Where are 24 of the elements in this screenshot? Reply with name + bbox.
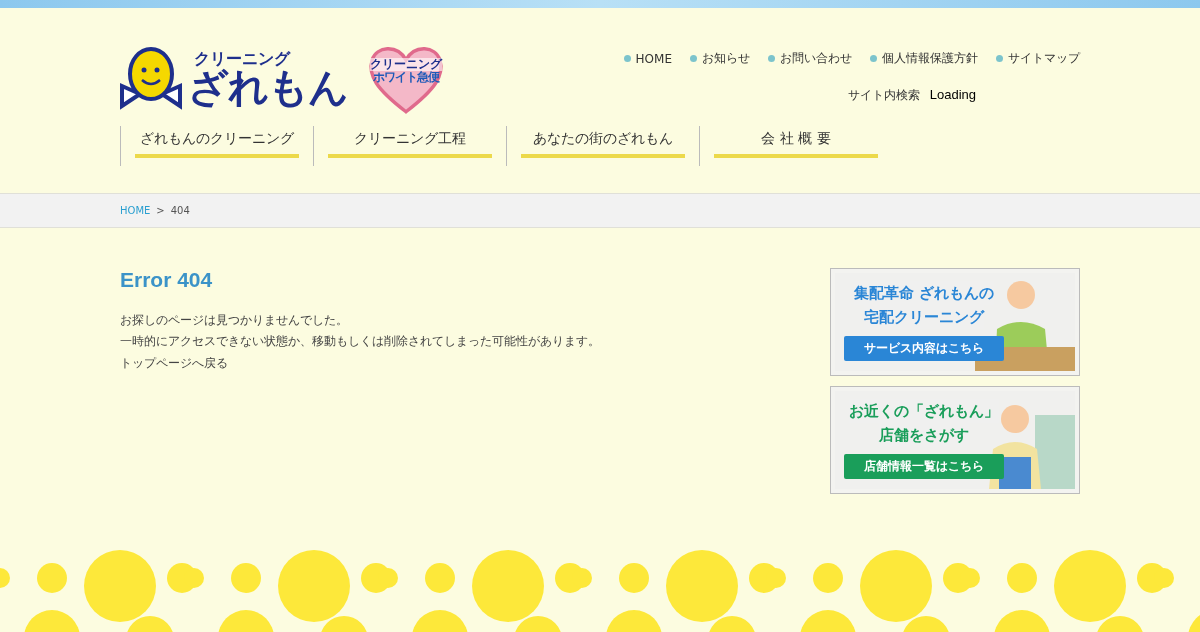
header-link[interactable]: お知らせ <box>690 50 750 67</box>
main-nav-item[interactable]: 会 社 概 要 <box>699 126 892 166</box>
error-message: 一時的にアクセスできない状態か、移動もしくは削除されてしまった可能性があります。 <box>120 333 600 350</box>
header-link[interactable]: サイトマップ <box>996 50 1080 67</box>
header-link[interactable]: HOME <box>623 50 672 67</box>
error-title: Error 404 <box>120 268 214 292</box>
logo-subtitle: クリーニング <box>194 51 292 67</box>
lemon-mascot-icon <box>120 46 182 112</box>
badge-title: ホワイト急便 <box>373 71 439 85</box>
main-nav-item[interactable]: クリーニング工程 <box>313 126 506 166</box>
search-loading-text: Loading <box>929 87 976 102</box>
header-link[interactable]: お問い合わせ <box>768 50 852 67</box>
back-to-top-link[interactable]: トップページへ戻る <box>120 356 228 370</box>
main-nav-item[interactable]: あなたの街のざれもん <box>506 126 699 166</box>
error-message: お探しのページは見つかりませんでした。 <box>120 312 349 329</box>
header-link[interactable]: 個人情報保護方針 <box>870 50 978 67</box>
badge-subtitle: クリーニング <box>370 58 442 72</box>
site-search-label: サイト内検索 <box>847 87 920 104</box>
banner-button[interactable]: サービス内容はこちら <box>844 336 1004 361</box>
banner-card[interactable]: 集配革命 ざれもんの 宅配クリーニング サービス内容はこちら <box>830 268 1080 376</box>
breadcrumb-current: 404 <box>170 205 190 216</box>
main-nav-item[interactable]: ざれもんのクリーニング <box>120 126 313 166</box>
logo-title: ざれもん <box>188 67 348 107</box>
breadcrumb-separator: > <box>156 205 165 216</box>
